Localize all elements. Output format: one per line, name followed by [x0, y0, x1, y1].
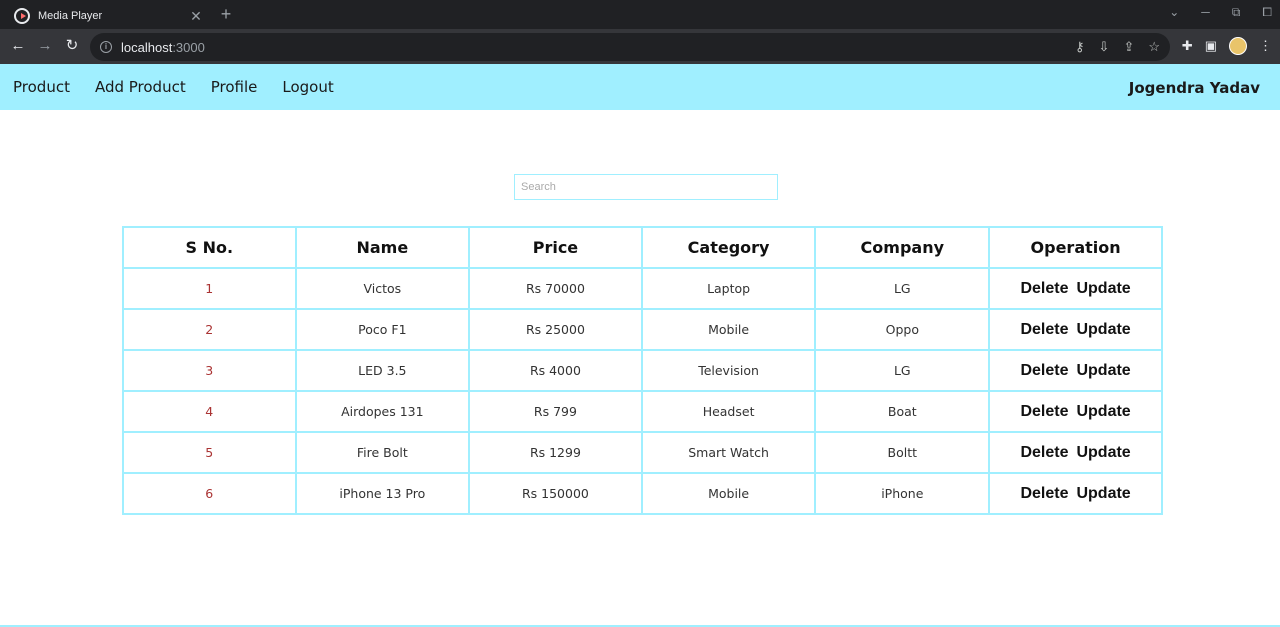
- url-text[interactable]: localhost:3000: [121, 40, 205, 55]
- close-tab-icon[interactable]: ✕: [188, 8, 204, 25]
- cell-name: Victos: [294, 267, 471, 310]
- minimize-icon[interactable]: ─: [1201, 5, 1210, 20]
- share-icon[interactable]: ⇪: [1123, 39, 1134, 55]
- browser-tab[interactable]: Media Player ✕: [8, 3, 208, 29]
- header-category: Category: [640, 226, 817, 269]
- cell-operation: Delete Update: [988, 349, 1163, 392]
- cell-price: Rs 25000: [468, 308, 643, 351]
- cell-price: Rs 799: [468, 390, 643, 433]
- nav-link-profile[interactable]: Profile: [211, 78, 258, 96]
- table-row: 3 LED 3.5 Rs 4000 Television LG Delete Update: [122, 349, 1163, 392]
- table-row: 6 iPhone 13 Pro Rs 150000 Mobile iPhone Delet…: [122, 472, 1163, 515]
- cell-category: Television: [640, 349, 817, 392]
- cell-company: LG: [814, 267, 991, 310]
- delete-button[interactable]: Delete: [1020, 362, 1068, 380]
- cell-company: iPhone: [814, 472, 991, 515]
- search-input[interactable]: [514, 174, 778, 200]
- nav-link-add-product[interactable]: Add Product: [95, 78, 186, 96]
- product-table: S No. Name Price Category Company Operat…: [122, 226, 1163, 515]
- update-button[interactable]: Update: [1076, 321, 1130, 339]
- cell-category: Laptop: [640, 267, 817, 310]
- cell-name: Fire Bolt: [294, 431, 471, 474]
- tab-title: Media Player: [38, 10, 103, 22]
- table-row: 5 Fire Bolt Rs 1299 Smart Watch Boltt Delete U…: [122, 431, 1163, 474]
- address-bar-actions: ⚷ ⇩ ⇪ ☆: [1075, 39, 1160, 55]
- table-row: 2 Poco F1 Rs 25000 Mobile Oppo Delete Update: [122, 308, 1163, 351]
- window-controls: ⌄ ─ ⧉ ⧠: [1169, 5, 1272, 20]
- cell-category: Headset: [640, 390, 817, 433]
- cell-name: Poco F1: [294, 308, 471, 351]
- side-panel-icon[interactable]: ▣: [1205, 38, 1217, 54]
- delete-button[interactable]: Delete: [1020, 321, 1068, 339]
- cell-company: LG: [814, 349, 991, 392]
- cell-name: Airdopes 131: [294, 390, 471, 433]
- extensions-puzzle-icon[interactable]: ✚: [1182, 38, 1193, 54]
- update-button[interactable]: Update: [1076, 444, 1130, 462]
- media-player-icon: [14, 8, 30, 24]
- header-sno: S No.: [122, 226, 297, 269]
- cell-company: Boat: [814, 390, 991, 433]
- cell-sno: 4: [122, 390, 297, 433]
- app-navbar: Product Add Product Profile Logout Jogen…: [0, 64, 1280, 110]
- cell-category: Mobile: [640, 308, 817, 351]
- close-window-icon[interactable]: ⧠: [1262, 5, 1272, 20]
- user-name: Jogendra Yadav: [1128, 79, 1260, 97]
- forward-arrow-icon[interactable]: →: [36, 37, 54, 55]
- cell-price: Rs 4000: [468, 349, 643, 392]
- update-button[interactable]: Update: [1076, 485, 1130, 503]
- cell-sno: 3: [122, 349, 297, 392]
- cell-price: Rs 70000: [468, 267, 643, 310]
- reload-icon[interactable]: ↻: [63, 37, 81, 55]
- install-app-icon[interactable]: ⇩: [1099, 39, 1110, 55]
- cell-category: Mobile: [640, 472, 817, 515]
- cell-price: Rs 150000: [468, 472, 643, 515]
- cell-sno: 1: [122, 267, 297, 310]
- key-icon[interactable]: ⚷: [1075, 39, 1085, 55]
- cell-operation: Delete Update: [988, 308, 1163, 351]
- cell-sno: 6: [122, 472, 297, 515]
- cell-price: Rs 1299: [468, 431, 643, 474]
- update-button[interactable]: Update: [1076, 403, 1130, 421]
- table-row: 4 Airdopes 131 Rs 799 Headset Boat Delete Upda…: [122, 390, 1163, 433]
- header-company: Company: [814, 226, 991, 269]
- cell-company: Boltt: [814, 431, 991, 474]
- delete-button[interactable]: Delete: [1020, 280, 1068, 298]
- nav-link-logout[interactable]: Logout: [282, 78, 333, 96]
- nav-links: Product Add Product Profile Logout: [13, 78, 334, 96]
- table-header-row: S No. Name Price Category Company Operat…: [122, 226, 1163, 269]
- back-arrow-icon[interactable]: ←: [9, 37, 27, 55]
- cell-operation: Delete Update: [988, 431, 1163, 474]
- header-operation: Operation: [988, 226, 1163, 269]
- header-price: Price: [468, 226, 643, 269]
- nav-link-product[interactable]: Product: [13, 78, 70, 96]
- address-bar[interactable]: i localhost:3000 ⚷ ⇩ ⇪ ☆: [90, 33, 1170, 61]
- cell-company: Oppo: [814, 308, 991, 351]
- header-name: Name: [294, 226, 471, 269]
- cell-operation: Delete Update: [988, 472, 1163, 515]
- browser-toolbar: ← → ↻ i localhost:3000 ⚷ ⇩ ⇪ ☆ ✚ ▣ ⋮: [0, 29, 1280, 64]
- cell-name: LED 3.5: [294, 349, 471, 392]
- restore-icon[interactable]: ⧉: [1232, 5, 1241, 20]
- update-button[interactable]: Update: [1076, 280, 1130, 298]
- cell-sno: 2: [122, 308, 297, 351]
- new-tab-button[interactable]: +: [217, 4, 235, 25]
- profile-avatar[interactable]: [1229, 37, 1247, 55]
- cell-name: iPhone 13 Pro: [294, 472, 471, 515]
- cell-category: Smart Watch: [640, 431, 817, 474]
- delete-button[interactable]: Delete: [1020, 444, 1068, 462]
- bookmark-star-icon[interactable]: ☆: [1148, 39, 1160, 55]
- delete-button[interactable]: Delete: [1020, 403, 1068, 421]
- cell-sno: 5: [122, 431, 297, 474]
- table-row: 1 Victos Rs 70000 Laptop LG Delete Update: [122, 267, 1163, 310]
- site-info-icon[interactable]: i: [100, 41, 112, 53]
- cell-operation: Delete Update: [988, 267, 1163, 310]
- cell-operation: Delete Update: [988, 390, 1163, 433]
- menu-kebab-icon[interactable]: ⋮: [1259, 38, 1272, 54]
- browser-tabstrip: Media Player ✕ + ⌄ ─ ⧉ ⧠: [0, 0, 1280, 29]
- delete-button[interactable]: Delete: [1020, 485, 1068, 503]
- update-button[interactable]: Update: [1076, 362, 1130, 380]
- tab-search-icon[interactable]: ⌄: [1169, 5, 1179, 20]
- extension-area: ✚ ▣ ⋮: [1182, 37, 1272, 55]
